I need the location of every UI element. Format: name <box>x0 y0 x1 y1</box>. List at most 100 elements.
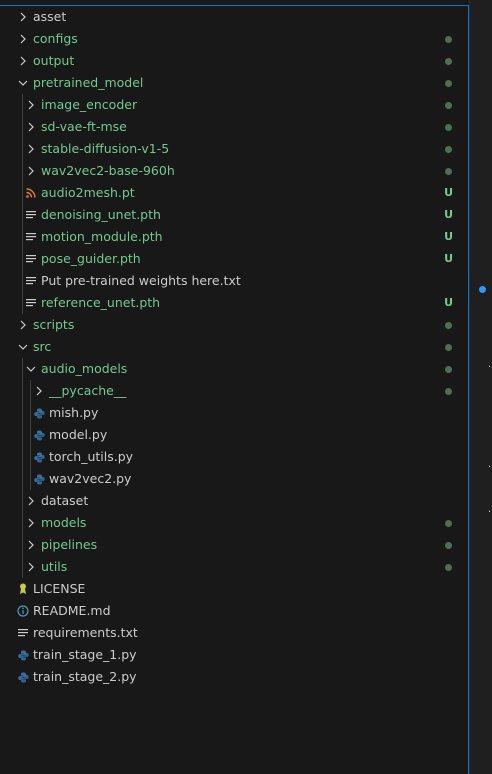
editor-text-fragment: · <box>488 362 492 373</box>
chevron-down-icon <box>17 336 29 358</box>
tree-file-item[interactable]: Put pre-trained weights here.txt <box>0 270 468 292</box>
tree-folder-item[interactable]: dataset <box>0 490 468 512</box>
tree-item-label: reference_unet.pth <box>41 295 161 310</box>
tree-folder-item[interactable]: stable-diffusion-v1-5 <box>0 138 468 160</box>
tree-item-label: model.py <box>49 427 108 442</box>
tree-item-label: wav2vec2.py <box>49 471 132 486</box>
chevron-right-icon <box>25 512 37 534</box>
git-status-dot <box>445 168 452 175</box>
git-untracked-badge: U <box>444 186 453 199</box>
tree-folder-item[interactable]: image_encoder <box>0 94 468 116</box>
chevron-down-icon <box>17 72 29 94</box>
tree-item-label: configs <box>33 31 78 46</box>
tree-item-label: Put pre-trained weights here.txt <box>41 273 241 288</box>
tree-file-item[interactable]: model.py <box>0 424 468 446</box>
tree-folder-item[interactable]: utils <box>0 556 468 578</box>
tree-folder-item[interactable]: output <box>0 50 468 72</box>
git-status-dot <box>445 146 452 153</box>
chevron-right-icon <box>17 314 29 336</box>
git-status-dot <box>445 322 452 329</box>
tree-file-item[interactable]: mish.py <box>0 402 468 424</box>
python-file-icon <box>33 424 45 446</box>
python-file-icon <box>17 666 29 688</box>
tree-item-label: stable-diffusion-v1-5 <box>41 141 170 156</box>
git-status-dot <box>445 58 452 65</box>
tree-file-item[interactable]: reference_unet.pth U <box>0 292 468 314</box>
git-status-dot <box>445 542 452 549</box>
indent-guide <box>30 380 31 490</box>
tree-item-label: models <box>41 515 87 530</box>
tree-item-label: audio2mesh.pt <box>41 185 135 200</box>
tree-item-label: wav2vec2-base-960h <box>41 163 175 178</box>
tree-item-label: torch_utils.py <box>49 449 134 464</box>
tree-folder-item[interactable]: wav2vec2-base-960h <box>0 160 468 182</box>
tree-item-label: __pycache__ <box>49 383 127 398</box>
tree-folder-item[interactable]: configs <box>0 28 468 50</box>
git-status-dot <box>445 388 452 395</box>
tree-item-label: src <box>33 339 52 354</box>
tree-item-label: motion_module.pth <box>41 229 163 244</box>
tree-file-item[interactable]: README.md <box>0 600 468 622</box>
modified-indicator-dot <box>479 286 486 293</box>
tree-item-label: audio_models <box>41 361 128 376</box>
tree-item-label: utils <box>41 559 68 574</box>
tree-item-label: README.md <box>33 603 111 618</box>
text-file-icon <box>25 204 37 226</box>
tree-item-label: scripts <box>33 317 75 332</box>
chevron-down-icon <box>25 358 37 380</box>
tree-file-item[interactable]: requirements.txt <box>0 622 468 644</box>
indent-guide <box>22 358 23 578</box>
text-file-icon <box>25 292 37 314</box>
git-untracked-badge: U <box>444 208 453 221</box>
tree-item-label: pose_guider.pth <box>41 251 141 266</box>
editor-text-fragment: · <box>488 462 492 473</box>
tree-file-item[interactable]: train_stage_1.py <box>0 644 468 666</box>
chevron-right-icon <box>17 50 29 72</box>
tree-folder-item[interactable]: src <box>0 336 468 358</box>
git-status-dot <box>445 80 452 87</box>
tree-item-label: output <box>33 53 75 68</box>
chevron-right-icon <box>25 94 37 116</box>
tree-folder-item[interactable]: pretrained_model <box>0 72 468 94</box>
tree-file-item[interactable]: denoising_unet.pth U <box>0 204 468 226</box>
info-icon <box>17 600 29 622</box>
tree-item-label: image_encoder <box>41 97 138 112</box>
chevron-right-icon <box>25 160 37 182</box>
tree-file-item[interactable]: audio2mesh.pt U <box>0 182 468 204</box>
python-file-icon <box>33 402 45 424</box>
explorer-header-strip: · · · <box>0 0 469 6</box>
tree-file-item[interactable]: train_stage_2.py <box>0 666 468 688</box>
tree-folder-item[interactable]: asset <box>0 6 468 28</box>
tree-item-label: train_stage_1.py <box>33 647 137 662</box>
text-file-icon <box>25 248 37 270</box>
tree-file-item[interactable]: wav2vec2.py <box>0 468 468 490</box>
tree-item-label: requirements.txt <box>33 625 138 640</box>
tree-folder-item[interactable]: sd-vae-ft-mse <box>0 116 468 138</box>
tree-file-item[interactable]: torch_utils.py <box>0 446 468 468</box>
tree-item-label: pipelines <box>41 537 98 552</box>
git-status-dot <box>445 366 452 373</box>
chevron-right-icon <box>17 28 29 50</box>
tree-file-item[interactable]: pose_guider.pth U <box>0 248 468 270</box>
python-file-icon <box>33 468 45 490</box>
chevron-right-icon <box>25 138 37 160</box>
rss-file-icon <box>25 182 37 204</box>
python-file-icon <box>33 446 45 468</box>
license-icon <box>17 578 29 600</box>
tree-item-label: asset <box>33 9 67 24</box>
git-status-dot <box>445 124 452 131</box>
tree-folder-item[interactable]: audio_models <box>0 358 468 380</box>
tree-item-label: sd-vae-ft-mse <box>41 119 127 134</box>
tree-item-label: denoising_unet.pth <box>41 207 161 222</box>
chevron-right-icon <box>25 490 37 512</box>
tree-file-item[interactable]: LICENSE <box>0 578 468 600</box>
editor-text-fragment: · <box>488 507 492 518</box>
tree-folder-item[interactable]: __pycache__ <box>0 380 468 402</box>
tree-folder-item[interactable]: scripts <box>0 314 468 336</box>
tree-file-item[interactable]: motion_module.pth U <box>0 226 468 248</box>
tree-folder-item[interactable]: pipelines <box>0 534 468 556</box>
editor-area: · · · <box>469 0 492 774</box>
tree-item-label: pretrained_model <box>33 75 144 90</box>
indent-guide <box>22 94 23 314</box>
tree-folder-item[interactable]: models <box>0 512 468 534</box>
